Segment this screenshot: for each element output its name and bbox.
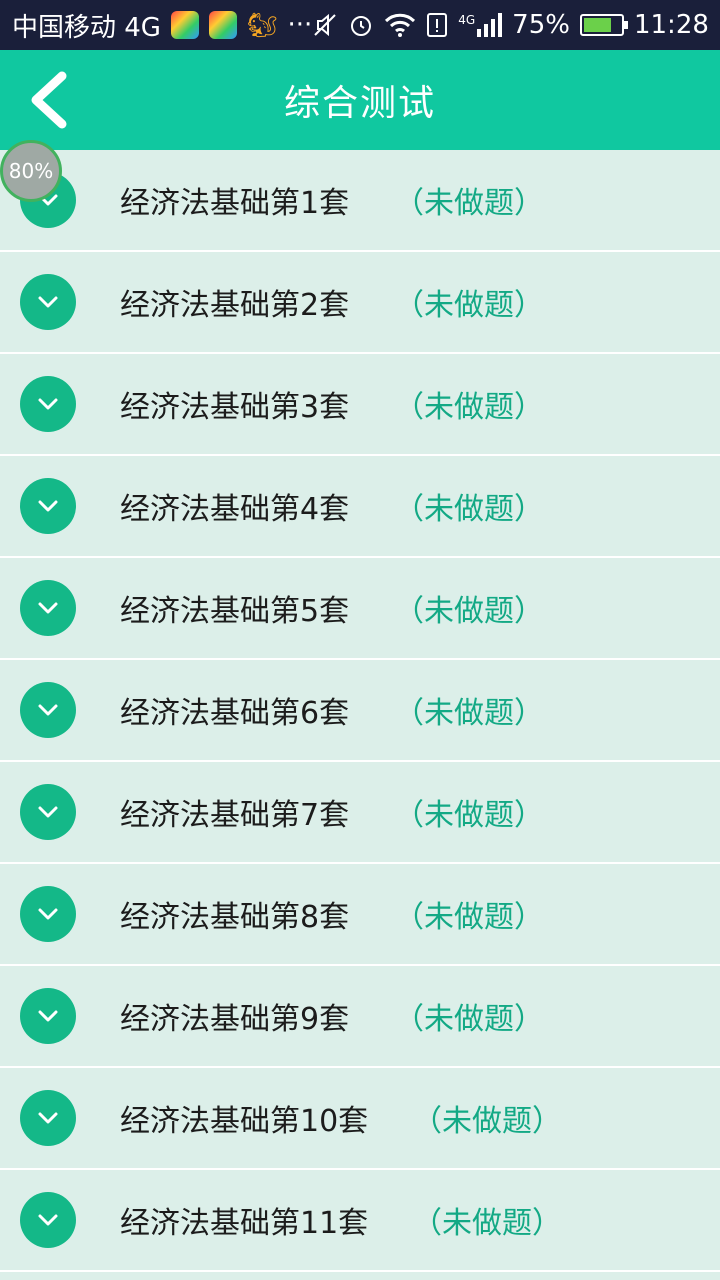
list-item-title: 经济法基础第11套 <box>120 1206 369 1241</box>
status-bar: 中国移动 4G 🐿 ··· 4G 75% 11:28 <box>0 0 720 50</box>
chevron-down-icon <box>38 602 58 614</box>
expand-button[interactable] <box>20 376 76 432</box>
expand-button[interactable] <box>20 988 76 1044</box>
app-notification-icon <box>208 11 237 39</box>
chevron-down-icon <box>38 296 58 308</box>
list-item[interactable]: 经济法基础第4套 （未做题） <box>0 456 720 558</box>
list-item-status: （未做题） <box>394 492 544 527</box>
list-item-status: （未做题） <box>394 900 544 935</box>
list-item[interactable]: 经济法基础第1套 （未做题） <box>0 150 720 252</box>
list-item[interactable]: 经济法基础第3套 （未做题） <box>0 354 720 456</box>
chevron-down-icon <box>38 500 58 512</box>
battery-icon <box>579 14 628 36</box>
list-item-status: （未做题） <box>394 1002 544 1037</box>
chevron-down-icon <box>38 806 58 818</box>
expand-button[interactable] <box>20 1090 76 1146</box>
chevron-down-icon <box>38 1214 58 1226</box>
chevron-down-icon <box>38 704 58 716</box>
expand-button[interactable] <box>20 784 76 840</box>
signal-icon <box>477 13 503 37</box>
expand-button[interactable] <box>20 580 76 636</box>
chevron-down-icon <box>38 398 58 410</box>
list-item[interactable]: 经济法基础第9套 （未做题） <box>0 966 720 1068</box>
back-button[interactable] <box>18 70 78 130</box>
alarm-icon <box>351 16 372 36</box>
network-type-label: 4G <box>458 13 476 27</box>
list-item-status: （未做题） <box>412 1104 562 1139</box>
expand-button[interactable] <box>20 1192 76 1248</box>
list-item-title: 经济法基础第3套 <box>120 390 350 425</box>
list-item[interactable]: 经济法基础第7套 （未做题） <box>0 762 720 864</box>
list-item-title: 经济法基础第5套 <box>120 594 350 629</box>
battery-fill <box>583 18 611 32</box>
expand-button[interactable] <box>20 682 76 738</box>
list-item[interactable]: 经济法基础第8套 （未做题） <box>0 864 720 966</box>
list-item-status: （未做题） <box>394 594 544 629</box>
page-title: 综合测试 <box>283 83 436 124</box>
mute-icon <box>314 13 336 37</box>
list-item-status: （未做题） <box>394 288 544 323</box>
expand-button[interactable] <box>20 478 76 534</box>
list-item-title: 经济法基础第6套 <box>120 696 350 731</box>
chevron-down-icon <box>38 1010 58 1022</box>
list-item-title: 经济法基础第9套 <box>120 1002 350 1037</box>
list-item-title: 经济法基础第7套 <box>120 798 350 833</box>
list-item[interactable]: 经济法基础第11套 （未做题） <box>0 1170 720 1272</box>
wifi-icon <box>385 13 416 37</box>
more-notifications-icon: ··· <box>287 10 313 40</box>
squirrel-icon: 🐿 <box>246 11 278 39</box>
list-item-title: 经济法基础第4套 <box>120 492 350 527</box>
list-item[interactable]: 经济法基础第5套 （未做题） <box>0 558 720 660</box>
list-item-title: 经济法基础第10套 <box>120 1104 369 1139</box>
list-item-title: 经济法基础第8套 <box>120 900 350 935</box>
expand-button[interactable] <box>20 274 76 330</box>
list-item[interactable]: 经济法基础第6套 （未做题） <box>0 660 720 762</box>
list-item-title: 经济法基础第1套 <box>120 186 350 221</box>
list-item-status: （未做题） <box>394 186 544 221</box>
sim-alert-icon <box>427 13 448 37</box>
list-item[interactable]: 经济法基础第2套 （未做题） <box>0 252 720 354</box>
clock: 11:28 <box>633 10 709 40</box>
expand-button[interactable] <box>20 886 76 942</box>
battery-percent: 75% <box>512 10 570 40</box>
list-item[interactable]: 经济法基础第10套 （未做题） <box>0 1068 720 1170</box>
test-list: 经济法基础第1套 （未做题） 经济法基础第2套 （未做题） 经济法基础第3套 （未做题）经… <box>0 150 720 1272</box>
chevron-down-icon <box>38 908 58 920</box>
app-header: 综合测试 <box>0 50 720 150</box>
chevron-down-icon <box>38 1112 58 1124</box>
floating-progress-badge[interactable]: 80% <box>0 140 62 202</box>
list-item-status: （未做题） <box>412 1206 562 1241</box>
list-item-title: 经济法基础第2套 <box>120 288 350 323</box>
list-item-status: （未做题） <box>394 696 544 731</box>
chevron-left-icon <box>31 71 67 129</box>
app-notification-icon <box>170 11 199 39</box>
list-item-status: （未做题） <box>394 798 544 833</box>
carrier-label: 中国移动 4G <box>12 12 161 43</box>
list-item-status: （未做题） <box>394 390 544 425</box>
